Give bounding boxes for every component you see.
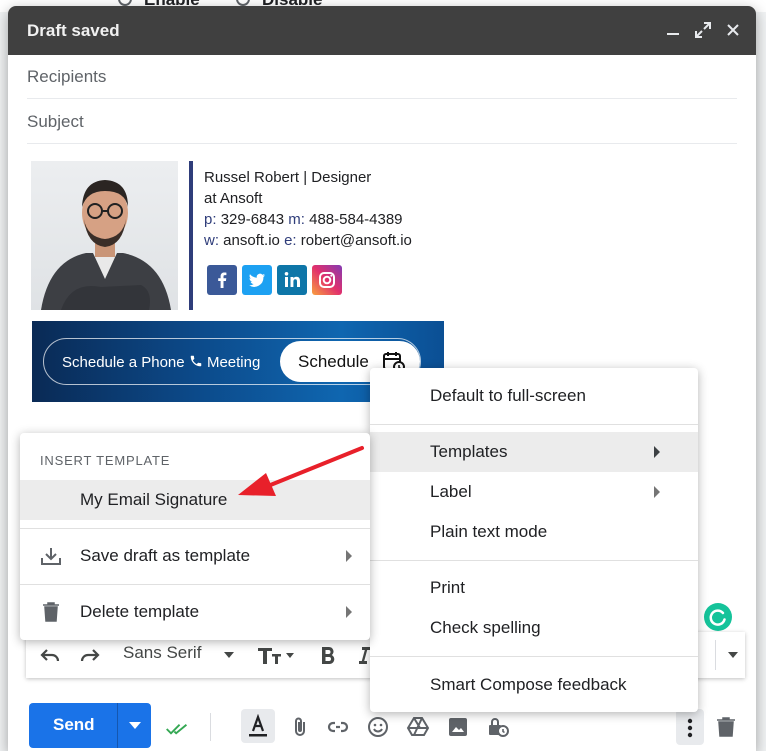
menu-item-templates[interactable]: Templates [370, 432, 698, 472]
grammarly-icon[interactable] [704, 603, 732, 631]
menu-item-delete-template[interactable]: Delete template [20, 592, 370, 632]
attach-icon[interactable] [288, 715, 312, 739]
send-label: Send [53, 715, 95, 734]
menu-item-plain-text[interactable]: Plain text mode [370, 512, 698, 552]
compose-title-bar[interactable]: Draft saved [8, 6, 756, 55]
send-options-icon[interactable] [129, 722, 141, 729]
photo-icon[interactable] [446, 715, 470, 739]
recipients-field[interactable]: Recipients [27, 55, 737, 99]
font-size-icon[interactable] [256, 644, 296, 666]
formatting-toggle-button[interactable] [241, 709, 275, 743]
more-options-button[interactable] [676, 709, 704, 745]
label-submenu-arrow-icon [654, 486, 660, 498]
send-button[interactable]: Send [29, 703, 151, 748]
font-family-select[interactable]: Sans Serif [123, 643, 201, 663]
subject-field[interactable]: Subject [27, 100, 737, 144]
compose-title: Draft saved [27, 21, 120, 40]
menu-item-label[interactable]: Label [370, 472, 698, 512]
double-check-icon[interactable] [165, 717, 189, 741]
signature-divider [189, 161, 193, 310]
schedule-button-label: Schedule [298, 352, 369, 371]
bold-icon[interactable] [318, 644, 338, 666]
menu-item-default-fullscreen[interactable]: Default to full-screen [370, 376, 698, 416]
text-format-icon [249, 714, 267, 737]
minimize-icon[interactable] [662, 19, 684, 41]
font-dropdown-icon[interactable] [224, 652, 234, 658]
linkedin-icon[interactable] [277, 265, 307, 295]
drive-icon[interactable] [406, 715, 430, 739]
menu-item-print[interactable]: Print [370, 568, 698, 608]
save-template-submenu-arrow-icon [346, 550, 352, 562]
signature-phones: p: 329-6843 m: 488-584-4389 [204, 211, 403, 228]
emoji-icon[interactable] [366, 715, 390, 739]
save-template-icon [41, 548, 61, 565]
more-vert-icon [687, 718, 693, 738]
template-my-email-signature[interactable]: My Email Signature [20, 480, 370, 520]
insert-template-heading: INSERT TEMPLATE [40, 453, 171, 468]
menu-item-check-spelling[interactable]: Check spelling [370, 608, 698, 648]
phone-icon [190, 355, 202, 367]
signature-company: at Ansoft [204, 190, 263, 207]
more-options-menu: Default to full-screen Templates Label P… [370, 368, 698, 712]
templates-submenu-arrow-icon [654, 446, 660, 458]
undo-icon[interactable] [38, 644, 62, 666]
signature-name: Russel Robert | Designer [204, 169, 372, 186]
redo-icon[interactable] [78, 644, 102, 666]
facebook-icon[interactable] [207, 265, 237, 295]
delete-draft-icon[interactable] [714, 715, 738, 739]
fullscreen-icon[interactable] [692, 19, 714, 41]
close-icon[interactable] [722, 19, 744, 41]
templates-submenu: INSERT TEMPLATE My Email Signature Save … [20, 433, 370, 640]
banner-text: Schedule a Phone Meeting [62, 354, 261, 371]
recipients-placeholder: Recipients [27, 67, 107, 86]
banner-pill: Schedule a Phone Meeting Schedule [43, 338, 421, 385]
delete-template-icon [43, 602, 59, 622]
twitter-icon[interactable] [242, 265, 272, 295]
menu-item-smart-compose-feedback[interactable]: Smart Compose feedback [370, 665, 698, 705]
italic-icon[interactable] [356, 644, 370, 666]
link-icon[interactable] [326, 715, 350, 739]
confidential-mode-icon[interactable] [486, 715, 510, 739]
delete-template-submenu-arrow-icon [346, 606, 352, 618]
signature-links: w: ansoft.io e: robert@ansoft.io [204, 232, 412, 249]
instagram-icon[interactable] [312, 265, 342, 295]
subject-placeholder: Subject [27, 112, 84, 131]
menu-item-save-draft-as-template[interactable]: Save draft as template [20, 536, 370, 576]
more-formatting-icon[interactable] [728, 652, 738, 658]
signature-photo [31, 161, 178, 310]
